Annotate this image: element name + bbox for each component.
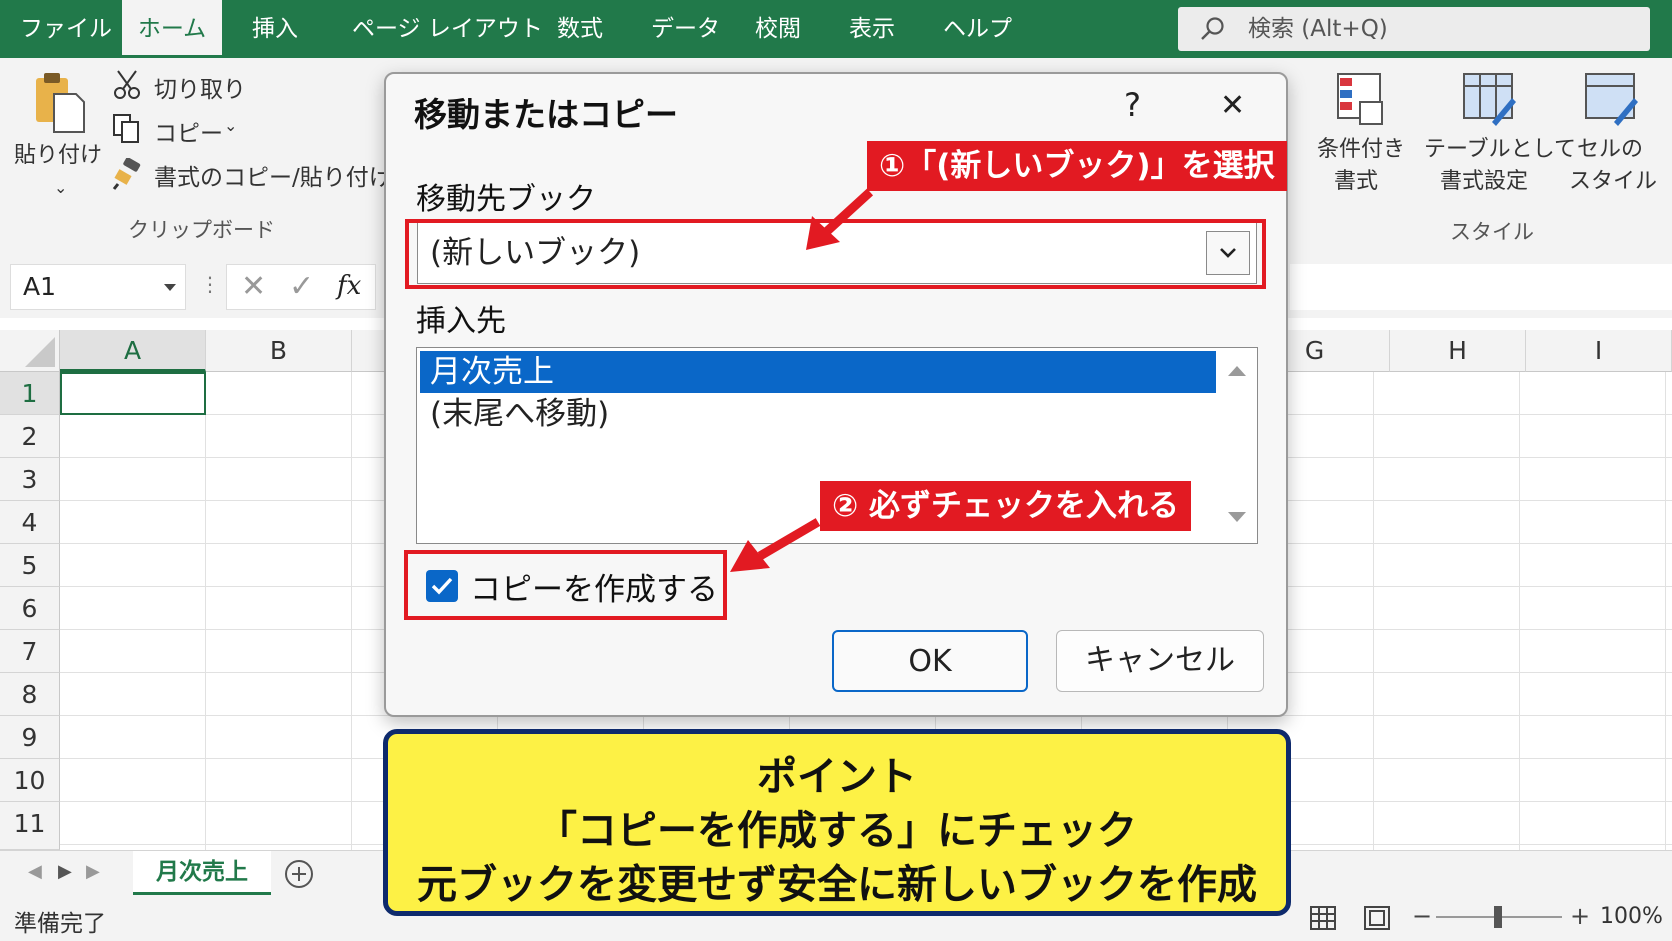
tab-review[interactable]: 校閲 <box>755 0 801 58</box>
search-box[interactable]: 検索 (Alt+Q) <box>1178 7 1650 51</box>
active-cell-a1[interactable] <box>60 372 206 415</box>
sheet-tab-monthly-sales[interactable]: 月次売上 <box>133 851 271 895</box>
row-header-2[interactable]: 2 <box>0 415 60 458</box>
ribbon-tab-bar: ファイル ホーム 挿入 ページ レイアウト 数式 データ 校閲 表示 ヘルプ 検… <box>0 0 1672 58</box>
copy-button[interactable]: コピー <box>154 114 223 148</box>
row-header-1[interactable]: 1 <box>0 372 60 415</box>
cell-styles-label-2: スタイル <box>1568 169 1657 194</box>
search-placeholder: 検索 (Alt+Q) <box>1248 16 1388 42</box>
point-title: ポイント <box>757 754 917 800</box>
scroll-down-icon[interactable] <box>1227 510 1247 524</box>
format-as-table-icon <box>1463 73 1516 126</box>
to-book-label: 移動先ブック <box>416 182 596 217</box>
column-header-h[interactable]: H <box>1390 330 1526 372</box>
status-ready: 準備完了 <box>14 911 106 937</box>
copy-icon <box>113 114 139 143</box>
highlight-create-copy <box>404 550 727 620</box>
paste-button[interactable]: 貼り付け ⌄ <box>10 68 102 198</box>
formula-bar-grip: ⋮ <box>200 272 220 296</box>
select-all-corner[interactable] <box>0 330 60 372</box>
styles-group-label: スタイル <box>1450 220 1534 244</box>
ok-button[interactable]: OK <box>832 630 1028 692</box>
tab-page-layout[interactable]: ページ レイアウト <box>352 0 543 58</box>
page-layout-view-icon[interactable] <box>1364 906 1390 930</box>
zoom-in-button[interactable]: + <box>1570 902 1590 930</box>
tab-data[interactable]: データ <box>651 0 720 58</box>
tab-insert[interactable]: 挿入 <box>252 0 298 58</box>
zoom-slider-thumb[interactable] <box>1494 906 1502 928</box>
point-line-2: 元ブックを変更せず安全に新しいブックを作成 <box>417 862 1257 908</box>
before-sheet-label: 挿入先 <box>416 304 506 339</box>
tab-home[interactable]: ホーム <box>122 0 222 58</box>
conditional-format-button[interactable]: 条件付き 書式 <box>1306 66 1416 196</box>
formula-buttons: ✕ ✓ fx <box>226 264 376 310</box>
row-header-5[interactable]: 5 <box>0 544 60 587</box>
list-item-monthly-sales[interactable]: 月次売上 <box>420 351 1216 393</box>
zoom-level[interactable]: 100% <box>1600 904 1663 929</box>
scroll-right-icon[interactable]: ▶ <box>58 861 72 882</box>
format-painter-button[interactable]: 書式のコピー/貼り付け <box>154 158 392 192</box>
list-scrollbar[interactable] <box>1217 348 1257 543</box>
row-header-4[interactable]: 4 <box>0 501 60 544</box>
cancel-button[interactable]: キャンセル <box>1056 630 1264 692</box>
dialog-title: 移動またはコピー <box>414 95 678 134</box>
zoom-slider[interactable] <box>1436 906 1562 928</box>
row-header-8[interactable]: 8 <box>0 673 60 716</box>
scissors-icon <box>114 70 140 99</box>
row-header-7[interactable]: 7 <box>0 630 60 673</box>
tab-formulas[interactable]: 数式 <box>557 0 603 58</box>
column-header-b[interactable]: B <box>206 330 352 372</box>
insert-function-button[interactable]: fx <box>337 271 361 301</box>
close-button[interactable]: ✕ <box>1220 88 1245 123</box>
tab-file[interactable]: ファイル <box>20 0 112 58</box>
name-box-value: A1 <box>23 272 57 301</box>
column-header-a[interactable]: A <box>60 330 206 372</box>
paste-icon <box>36 73 85 133</box>
row-header-6[interactable]: 6 <box>0 587 60 630</box>
callout-step1: ①「(新しいブック)」を選択 <box>867 141 1287 191</box>
confirm-entry-icon[interactable]: ✓ <box>289 269 314 304</box>
help-button[interactable]: ? <box>1124 86 1141 124</box>
tab-help[interactable]: ヘルプ <box>943 0 1012 58</box>
scroll-up-icon[interactable] <box>1227 364 1247 378</box>
normal-view-icon[interactable] <box>1310 906 1336 930</box>
search-icon <box>1201 17 1224 40</box>
row-header-10[interactable]: 10 <box>0 759 60 802</box>
cell-styles-button[interactable]: セルの スタイル <box>1560 66 1660 196</box>
cancel-entry-icon[interactable]: ✕ <box>241 269 266 304</box>
column-header-i[interactable]: I <box>1526 330 1672 372</box>
tab-view[interactable]: 表示 <box>849 0 895 58</box>
scroll-more-icon[interactable]: ▶ <box>86 861 100 882</box>
conditional-format-label-1: 条件付き <box>1316 137 1405 162</box>
conditional-format-icon <box>1337 73 1383 125</box>
paste-dropdown-icon[interactable]: ⌄ <box>54 172 67 204</box>
row-header-3[interactable]: 3 <box>0 458 60 501</box>
format-as-table-label-1: テーブルとして <box>1424 137 1577 162</box>
format-as-table-button[interactable]: テーブルとして 書式設定 <box>1424 66 1577 196</box>
list-item-move-to-end[interactable]: (末尾へ移動) <box>420 393 1216 435</box>
format-as-table-label-2: 書式設定 <box>1439 169 1528 194</box>
callout-step2: ② 必ずチェックを入れる <box>820 481 1192 531</box>
conditional-format-label-2: 書式 <box>1333 169 1378 194</box>
arrow-step1 <box>806 188 874 250</box>
cell-styles-icon <box>1585 73 1638 126</box>
scroll-left-icon[interactable]: ◀ <box>28 861 42 882</box>
row-header-9[interactable]: 9 <box>0 716 60 759</box>
cut-button[interactable]: 切り取り <box>154 70 246 104</box>
point-line-1: 「コピーを作成する」にチェック <box>537 808 1137 854</box>
arrow-step2 <box>730 518 821 572</box>
zoom-out-button[interactable]: − <box>1412 902 1432 930</box>
format-painter-icon <box>112 158 141 190</box>
cell-styles-label-1: セルの <box>1576 137 1643 162</box>
row-header-11[interactable]: 11 <box>0 802 60 850</box>
add-sheet-icon[interactable] <box>284 859 314 889</box>
select-all-icon <box>25 337 55 367</box>
point-box: ポイント 「コピーを作成する」にチェック 元ブックを変更せず安全に新しいブックを… <box>383 729 1291 916</box>
clipboard-group-label: クリップボード <box>128 218 275 242</box>
copy-dropdown-icon[interactable]: ⌄ <box>224 116 237 135</box>
formula-input[interactable] <box>1290 264 1672 310</box>
chevron-down-icon <box>164 284 176 291</box>
paste-label: 貼り付け <box>14 143 103 168</box>
name-box[interactable]: A1 <box>10 264 186 310</box>
